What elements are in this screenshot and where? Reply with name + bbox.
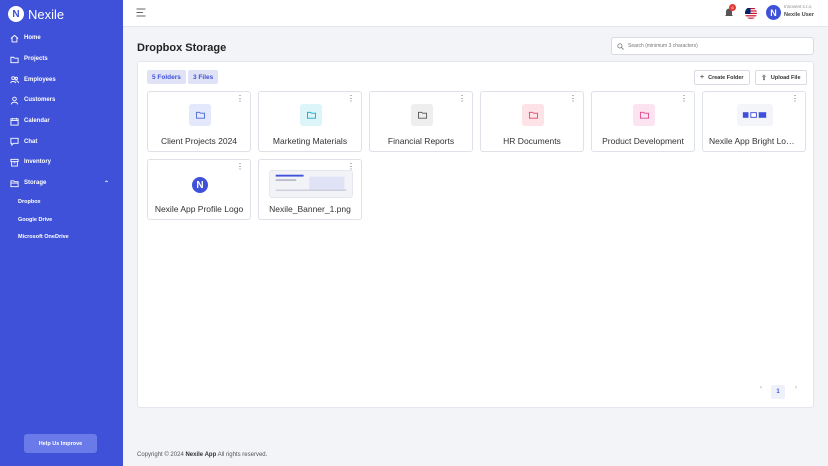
users-icon [10,76,19,84]
next-page-button[interactable]: › [795,385,797,391]
sidebar-item-label: Customers [24,97,56,104]
folder-icon [300,104,322,126]
folder-card[interactable]: ⋮ Marketing Materials [258,91,362,152]
item-name: Product Development [602,136,684,146]
home-icon [10,34,19,43]
sidebar-item-home[interactable]: Home [0,28,123,49]
nexile-logo-icon: N [8,6,24,22]
folder-card[interactable]: ⋮ Client Projects 2024 [147,91,251,152]
item-name: Marketing Materials [272,136,348,146]
footer-copyright: Copyright © 2024 [137,452,184,458]
sidebar-item-label: Home [24,35,41,42]
folder-icon [633,104,655,126]
upload-icon: ⇪ [761,74,767,82]
sidebar-item-label: Projects [24,56,48,63]
company-name: Innovent s.r.o. [784,4,813,9]
folder-icon [411,104,433,126]
avatar[interactable]: N [766,5,781,20]
file-card[interactable]: ⋮ N Nexile App Profile Logo [147,159,251,220]
more-options-icon[interactable]: ⋮ [791,95,799,103]
calendar-icon [10,117,19,126]
more-options-icon[interactable]: ⋮ [347,163,355,171]
sidebar-item-label: Storage [24,180,47,187]
sidebar-item-storage[interactable]: Storage ⌃ [0,173,123,194]
us-flag-icon[interactable] [745,7,757,19]
help-us-improve-button[interactable]: Help Us Improve [24,434,97,453]
item-name: Nexile App Profile Logo [154,204,244,214]
sidebar-item-label: Inventory [24,159,52,166]
folders-count-badge[interactable]: 5 Folders [147,70,186,84]
folder-icon [10,56,19,63]
footer: Copyright © 2024 Nexile App All rights r… [137,452,267,458]
more-options-icon[interactable]: ⋮ [458,95,466,103]
topbar: 6 N Innovent s.r.o. Nexile User [123,0,828,27]
sidebar-item-employees[interactable]: Employees [0,69,123,90]
sidebar-item-chat[interactable]: Chat [0,131,123,152]
sidebar-item-projects[interactable]: Projects [0,49,123,70]
upload-file-button[interactable]: ⇪ Upload File [755,70,807,85]
user-name[interactable]: Nexile User [784,12,814,18]
page-title: Dropbox Storage [137,42,227,54]
storage-panel: 5 Folders 3 Files + Create Folder ⇪ Uplo… [137,61,814,408]
folder-card[interactable]: ⋮ Financial Reports [369,91,473,152]
user-icon [10,96,19,105]
footer-rights: All rights reserved. [217,452,268,458]
chat-icon [10,138,19,147]
page-number-current[interactable]: 1 [771,385,785,399]
file-card[interactable]: ⋮ Nexile_Banner_1.png [258,159,362,220]
search-icon [617,42,624,50]
more-options-icon[interactable]: ⋮ [569,95,577,103]
search-input[interactable] [628,43,808,49]
storage-icon [10,180,19,187]
sidebar-subitem-dropbox[interactable]: Dropbox [0,194,123,212]
more-options-icon[interactable]: ⋮ [236,95,244,103]
box-icon [10,158,19,167]
sidebar-item-label: Employees [24,76,56,83]
app-logo[interactable]: N Nexile [8,6,64,22]
create-folder-label: Create Folder [708,74,744,81]
menu-icon[interactable] [136,8,146,17]
more-options-icon[interactable]: ⋮ [680,95,688,103]
item-name: Nexile App Bright Logos [709,136,799,146]
nexile-logo-icon: N [192,177,208,193]
app-name: Nexile [28,6,65,22]
item-name: HR Documents [503,136,561,146]
footer-brand-link[interactable]: Nexile App [185,452,216,458]
banner-thumbnail [269,170,353,198]
file-card[interactable]: ⋮ Nexile App Bright Logos [702,91,806,152]
sidebar: N Nexile Home Projects Employees Custome… [0,0,123,466]
logos-thumbnail [737,104,773,126]
search-box[interactable] [611,37,814,55]
sidebar-nav: Home Projects Employees Customers Calend… [0,28,123,246]
files-count-badge[interactable]: 3 Files [188,70,219,84]
sidebar-item-inventory[interactable]: Inventory [0,152,123,173]
prev-page-button[interactable]: ‹ [760,385,762,391]
sidebar-item-calendar[interactable]: Calendar [0,111,123,132]
folder-icon [189,104,211,126]
sidebar-item-customers[interactable]: Customers [0,90,123,111]
sidebar-subitem-onedrive[interactable]: Microsoft OneDrive [0,229,123,247]
item-name: Financial Reports [387,136,455,146]
plus-icon: + [700,74,705,81]
folder-card[interactable]: ⋮ HR Documents [480,91,584,152]
item-name: Client Projects 2024 [160,136,238,146]
notification-badge: 6 [729,4,736,11]
sidebar-item-label: Chat [24,138,38,145]
sidebar-item-label: Calendar [24,118,50,125]
folder-icon [522,104,544,126]
sidebar-subitem-google-drive[interactable]: Google Drive [0,211,123,229]
upload-file-label: Upload File [770,74,801,81]
more-options-icon[interactable]: ⋮ [236,163,244,171]
more-options-icon[interactable]: ⋮ [347,95,355,103]
folder-card[interactable]: ⋮ Product Development [591,91,695,152]
chevron-up-icon[interactable]: ⌃ [104,180,109,187]
item-name: Nexile_Banner_1.png [269,204,351,214]
create-folder-button[interactable]: + Create Folder [694,70,750,85]
